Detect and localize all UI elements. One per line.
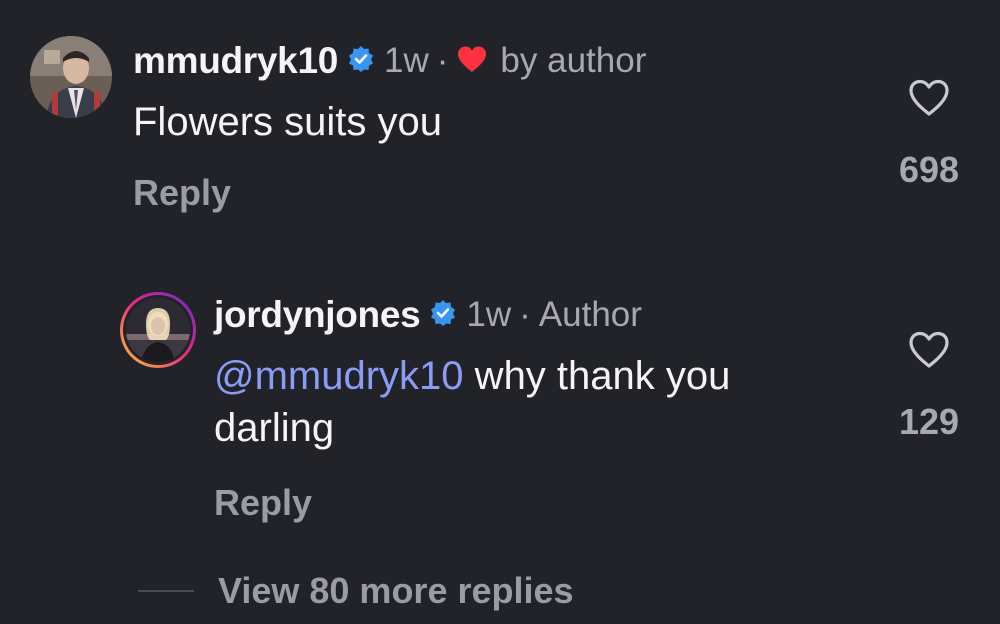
verified-badge-icon [430,299,456,331]
reply-username[interactable]: jordynjones [214,294,421,336]
heart-outline-icon[interactable] [884,78,974,123]
comment-header: mmudryk10 1w · by author [133,38,646,84]
comment-time: 1w [384,41,429,80]
comment-thread: mmudryk10 1w · by author Flowers suits y… [0,0,1000,624]
liked-by-author-label: by author [500,41,647,80]
comment-like-count: 698 [898,149,960,190]
reply-reply-button[interactable]: Reply [214,482,312,524]
comment-text: Flowers suits you [133,100,442,144]
reply-time: 1w [466,295,512,334]
reply-separator: · [519,295,531,334]
comment-like: 698 [884,78,974,191]
reply-mention-link[interactable]: @mmudryk10 [214,354,464,398]
avatar-jordynjones-story-ring[interactable] [118,290,198,370]
reply-like-count: 129 [898,401,960,442]
comment-username[interactable]: mmudryk10 [133,40,338,82]
author-label: Author [538,295,642,334]
heart-filled-icon [456,45,488,78]
comment-separator: · [436,41,449,80]
view-more-replies-label[interactable]: View 80 more replies [218,570,574,612]
reply-like: 129 [884,330,974,443]
view-more-divider [138,590,194,592]
verified-badge-icon [348,45,374,77]
heart-outline-icon[interactable] [884,330,974,375]
avatar-mmudryk10[interactable] [30,36,112,118]
reply-text: @mmudryk10 why thank you darling [214,350,854,454]
view-more-replies[interactable]: View 80 more replies [138,568,574,614]
comment-reply-button[interactable]: Reply [133,172,231,214]
reply-header: jordynjones 1w · Author [214,292,642,338]
